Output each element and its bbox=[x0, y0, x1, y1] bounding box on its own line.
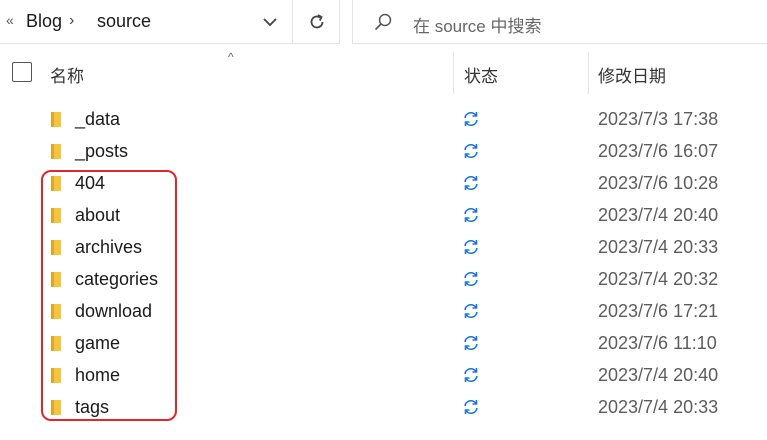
folder-icon bbox=[51, 368, 61, 383]
folder-icon bbox=[51, 272, 61, 287]
sync-pending-icon bbox=[464, 239, 478, 255]
file-name: about bbox=[75, 205, 121, 225]
file-date-modified: 2023/7/4 20:33 bbox=[598, 237, 719, 257]
folder-icon bbox=[51, 176, 61, 191]
file-date-modified: 2023/7/6 10:28 bbox=[598, 173, 719, 193]
folder-icon bbox=[51, 400, 61, 415]
sync-pending-icon bbox=[464, 111, 478, 127]
file-row[interactable]: download 2023/7/6 17:21 bbox=[0, 295, 767, 327]
file-name: 404 bbox=[75, 173, 106, 193]
refresh-button[interactable] bbox=[302, 8, 332, 36]
file-row[interactable]: game 2023/7/6 11:10 bbox=[0, 327, 767, 359]
file-date-modified: 2023/7/3 17:38 bbox=[598, 109, 719, 129]
column-header-status[interactable]: 状态 bbox=[464, 62, 498, 87]
chevron-down-icon bbox=[263, 18, 277, 27]
file-name: categories bbox=[75, 269, 159, 289]
file-name: tags bbox=[75, 397, 110, 417]
file-explorer-window: « Blog › source 在 source 中搜索 ^ 名称 状态 修改日… bbox=[0, 0, 767, 440]
column-header-date-modified[interactable]: 修改日期 bbox=[598, 62, 666, 87]
column-header-name[interactable]: 名称 bbox=[50, 62, 84, 87]
breadcrumb-separator-icon[interactable]: › bbox=[69, 12, 74, 30]
file-row[interactable]: tags 2023/7/4 20:33 bbox=[0, 391, 767, 423]
folder-icon bbox=[51, 240, 61, 255]
sync-pending-icon bbox=[464, 303, 478, 319]
breadcrumb-item-blog[interactable]: Blog bbox=[26, 11, 62, 32]
refresh-icon bbox=[310, 14, 324, 29]
file-row[interactable]: 404 2023/7/6 10:28 bbox=[0, 167, 767, 199]
sync-pending-icon bbox=[464, 207, 478, 223]
file-name: download bbox=[75, 301, 153, 321]
breadcrumb-item-source[interactable]: source bbox=[97, 11, 151, 32]
column-divider[interactable] bbox=[453, 52, 454, 94]
file-date-modified: 2023/7/4 20:33 bbox=[598, 397, 719, 417]
search-icon bbox=[374, 13, 392, 31]
file-date-modified: 2023/7/4 20:40 bbox=[598, 205, 719, 225]
file-row[interactable]: categories 2023/7/4 20:32 bbox=[0, 263, 767, 295]
file-list: _data 2023/7/3 17:38 _posts 2023/7/6 16:… bbox=[0, 103, 767, 423]
file-date-modified: 2023/7/6 16:07 bbox=[598, 141, 719, 161]
sync-pending-icon bbox=[464, 335, 478, 351]
file-date-modified: 2023/7/4 20:32 bbox=[598, 269, 719, 289]
file-name: game bbox=[75, 333, 121, 353]
file-name: _posts bbox=[75, 141, 129, 161]
select-all-checkbox[interactable] bbox=[12, 62, 32, 82]
sync-pending-icon bbox=[464, 175, 478, 191]
file-row[interactable]: archives 2023/7/4 20:33 bbox=[0, 231, 767, 263]
file-row[interactable]: _data 2023/7/3 17:38 bbox=[0, 103, 767, 135]
file-name: archives bbox=[75, 237, 143, 257]
folder-icon bbox=[51, 112, 61, 127]
search-box[interactable]: 在 source 中搜索 bbox=[352, 0, 767, 44]
sync-pending-icon bbox=[464, 143, 478, 159]
file-date-modified: 2023/7/6 17:21 bbox=[598, 301, 719, 321]
address-history-dropdown-button[interactable] bbox=[256, 8, 284, 36]
file-row[interactable]: _posts 2023/7/6 16:07 bbox=[0, 135, 767, 167]
folder-icon bbox=[51, 304, 61, 319]
file-row[interactable]: home 2023/7/4 20:40 bbox=[0, 359, 767, 391]
file-row[interactable]: about 2023/7/4 20:40 bbox=[0, 199, 767, 231]
address-bar-divider bbox=[292, 0, 293, 44]
sort-ascending-icon: ^ bbox=[228, 50, 234, 64]
folder-icon bbox=[51, 336, 61, 351]
breadcrumb-overflow-button[interactable]: « bbox=[6, 12, 14, 28]
folder-icon bbox=[51, 208, 61, 223]
file-name: _data bbox=[75, 109, 121, 129]
sync-pending-icon bbox=[464, 399, 478, 415]
sync-pending-icon bbox=[464, 271, 478, 287]
address-bar[interactable]: « Blog › source bbox=[0, 0, 340, 44]
file-date-modified: 2023/7/6 11:10 bbox=[598, 333, 717, 353]
column-divider[interactable] bbox=[588, 52, 589, 94]
file-date-modified: 2023/7/4 20:40 bbox=[598, 365, 719, 385]
folder-icon bbox=[51, 144, 61, 159]
sync-pending-icon bbox=[464, 367, 478, 383]
file-name: home bbox=[75, 365, 121, 385]
search-input[interactable]: 在 source 中搜索 bbox=[413, 12, 541, 37]
